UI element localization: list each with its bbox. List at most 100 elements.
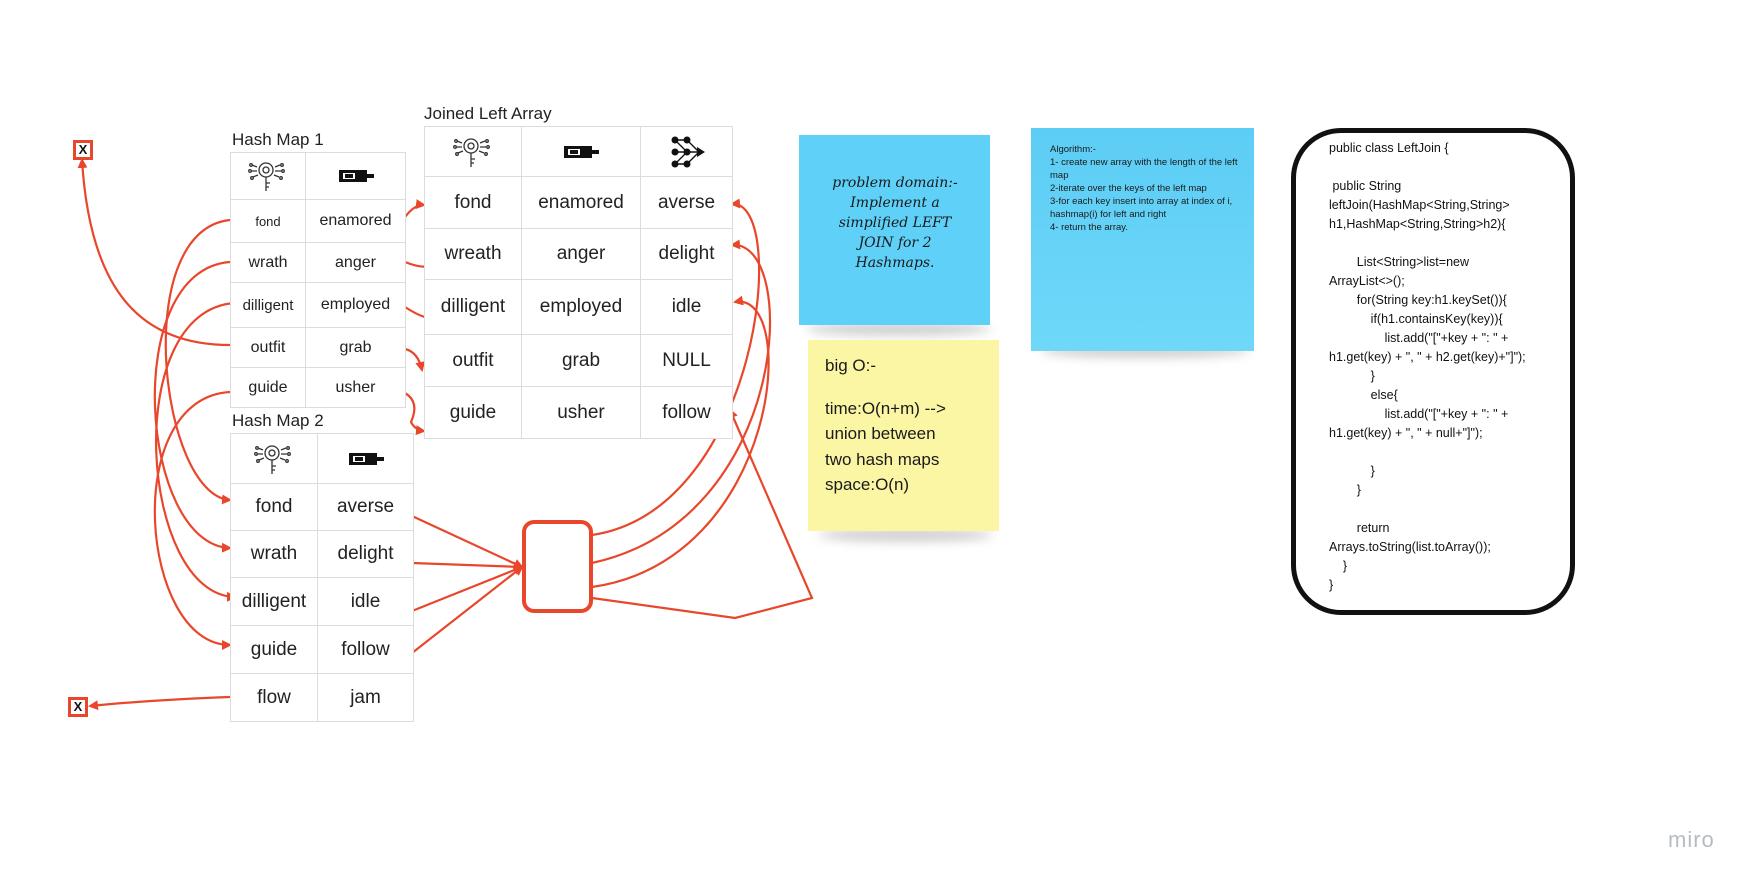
hm2-value-cell: follow bbox=[317, 625, 414, 674]
hm2-row: dilligent idle bbox=[230, 577, 414, 626]
arrow-enamored-to-joined bbox=[404, 199, 426, 218]
joined-right-header bbox=[640, 126, 733, 177]
algorithm-line: 3-for each key insert into array at inde… bbox=[1050, 196, 1233, 220]
joined-row: fond enamored averse bbox=[424, 176, 733, 229]
joined-array-title: Joined Left Array bbox=[424, 104, 552, 123]
code-snippet: public class LeftJoin { public String le… bbox=[1329, 141, 1526, 592]
network-join-icon bbox=[642, 134, 732, 170]
joined-right-cell: averse bbox=[640, 176, 733, 229]
key-icon bbox=[232, 158, 305, 194]
joined-row: guide usher follow bbox=[424, 386, 733, 439]
algorithm-line: 4- return the array. bbox=[1050, 222, 1128, 233]
big-o-line: time:O(n+m) --> bbox=[825, 398, 946, 418]
big-o-line bbox=[825, 379, 990, 396]
big-o-line: two hash maps bbox=[825, 449, 940, 469]
arrow-averse-to-hub bbox=[411, 515, 524, 569]
hash-map-2-title: Hash Map 2 bbox=[232, 411, 324, 430]
hm1-value-cell: anger bbox=[305, 242, 406, 283]
joined-right-cell: idle bbox=[640, 279, 733, 335]
hm2-value-cell: delight bbox=[317, 530, 414, 578]
arrow-follow-to-hub bbox=[411, 565, 524, 654]
arrow-outfit-to-x bbox=[77, 158, 231, 347]
hm1-value-header bbox=[305, 152, 406, 200]
joined-row: outfit grab NULL bbox=[424, 334, 733, 387]
algorithm-line: 1- create new array with the length of t… bbox=[1050, 157, 1238, 181]
hm2-key-cell: wrath bbox=[230, 530, 318, 578]
arrow-delight-to-hub bbox=[411, 561, 524, 572]
arrow-idle-to-hub bbox=[411, 565, 524, 613]
joined-row: wreath anger delight bbox=[424, 228, 733, 280]
algorithm-note: Algorithm:- 1- create new array with the … bbox=[1031, 128, 1254, 351]
joined-left-cell: usher bbox=[521, 386, 641, 439]
joined-left-cell: grab bbox=[521, 334, 641, 387]
joined-right-cell: NULL bbox=[640, 334, 733, 387]
hm2-key-cell: dilligent bbox=[230, 577, 318, 626]
hm2-value-header bbox=[317, 433, 414, 484]
problem-domain-text: problem domain:- Implement a simplified … bbox=[832, 175, 958, 271]
hm1-value-cell: usher bbox=[305, 367, 406, 408]
hm1-key-cell: guide bbox=[230, 367, 306, 408]
x-marker-top: X bbox=[73, 140, 93, 160]
hm2-row: wrath delight bbox=[230, 530, 414, 578]
hm1-key-cell: outfit bbox=[230, 327, 306, 368]
joined-left-cell: enamored bbox=[521, 176, 641, 229]
hm1-key-cell: wrath bbox=[230, 242, 306, 283]
value-icon bbox=[319, 450, 413, 468]
miro-logo: miro bbox=[1668, 827, 1715, 852]
hash-map-2-table: fond averse wrath delight dilligent idle guide… bbox=[230, 433, 414, 722]
hm2-row: guide follow bbox=[230, 625, 414, 674]
joined-left-cell: employed bbox=[521, 279, 641, 335]
joined-right-cell: follow bbox=[640, 386, 733, 439]
hm2-row: fond averse bbox=[230, 483, 414, 531]
joined-key-cell: outfit bbox=[424, 334, 522, 387]
algorithm-line: Algorithm:- bbox=[1050, 144, 1096, 155]
code-snippet-frame: public class LeftJoin { public String le… bbox=[1291, 128, 1575, 615]
hm1-key-header bbox=[230, 152, 306, 200]
big-o-text: big O:- time:O(n+m) --> union between two h… bbox=[825, 353, 990, 498]
algorithm-text: Algorithm:- 1- create new array with the … bbox=[1050, 143, 1240, 234]
arrow-grab-to-joined bbox=[404, 347, 426, 372]
joined-row: dilligent employed idle bbox=[424, 279, 733, 335]
hm2-value-cell: averse bbox=[317, 483, 414, 531]
hm2-value-cell: idle bbox=[317, 577, 414, 626]
hm1-row: wrath anger bbox=[230, 242, 406, 283]
hm1-value-cell: grab bbox=[305, 327, 406, 368]
arrow-flow-to-x bbox=[88, 695, 231, 711]
hm1-row: fond enamored bbox=[230, 199, 406, 243]
hm2-key-cell: flow bbox=[230, 673, 318, 722]
hm2-key-cell: fond bbox=[230, 483, 318, 531]
x-marker-bottom: X bbox=[68, 697, 88, 717]
key-icon bbox=[232, 441, 317, 477]
joined-key-cell: guide bbox=[424, 386, 522, 439]
joined-left-cell: anger bbox=[521, 228, 641, 280]
key-icon bbox=[426, 134, 521, 170]
big-o-line: big O:- bbox=[825, 356, 877, 375]
joined-array-table: fond enamored averse wreath anger delight dill… bbox=[424, 126, 733, 439]
hm1-row: outfit grab bbox=[230, 327, 406, 368]
x-marker-top-label: X bbox=[76, 143, 90, 157]
hash-map-1-title: Hash Map 1 bbox=[232, 130, 324, 149]
arrow-dilligent-to-hm2 bbox=[154, 301, 237, 602]
hm2-value-cell: jam bbox=[317, 673, 414, 722]
arrow-hub-to-follow bbox=[591, 408, 814, 620]
arrow-fond-to-hm2 bbox=[164, 218, 232, 505]
joined-right-cell: delight bbox=[640, 228, 733, 280]
hm1-row: guide usher bbox=[230, 367, 406, 408]
joined-key-cell: fond bbox=[424, 176, 522, 229]
joined-key-cell: dilligent bbox=[424, 279, 522, 335]
hm2-row: flow jam bbox=[230, 673, 414, 722]
value-icon bbox=[307, 167, 405, 185]
algorithm-line: 2-iterate over the keys of the left map bbox=[1050, 183, 1207, 194]
join-hub-box bbox=[522, 520, 593, 613]
big-o-line: union between bbox=[825, 424, 936, 443]
hm2-key-cell: guide bbox=[230, 625, 318, 674]
x-marker-bottom-label: X bbox=[71, 700, 85, 714]
joined-key-cell: wreath bbox=[424, 228, 522, 280]
hash-map-1-table: fond enamored wrath anger dilligent employed o… bbox=[230, 152, 406, 408]
joined-key-header bbox=[424, 126, 522, 177]
hm1-value-cell: employed bbox=[305, 282, 406, 328]
joined-left-header bbox=[521, 126, 641, 177]
problem-domain-note: problem domain:- Implement a simplified … bbox=[799, 135, 990, 325]
hm1-key-cell: fond bbox=[230, 199, 306, 243]
hm1-row: dilligent employed bbox=[230, 282, 406, 328]
